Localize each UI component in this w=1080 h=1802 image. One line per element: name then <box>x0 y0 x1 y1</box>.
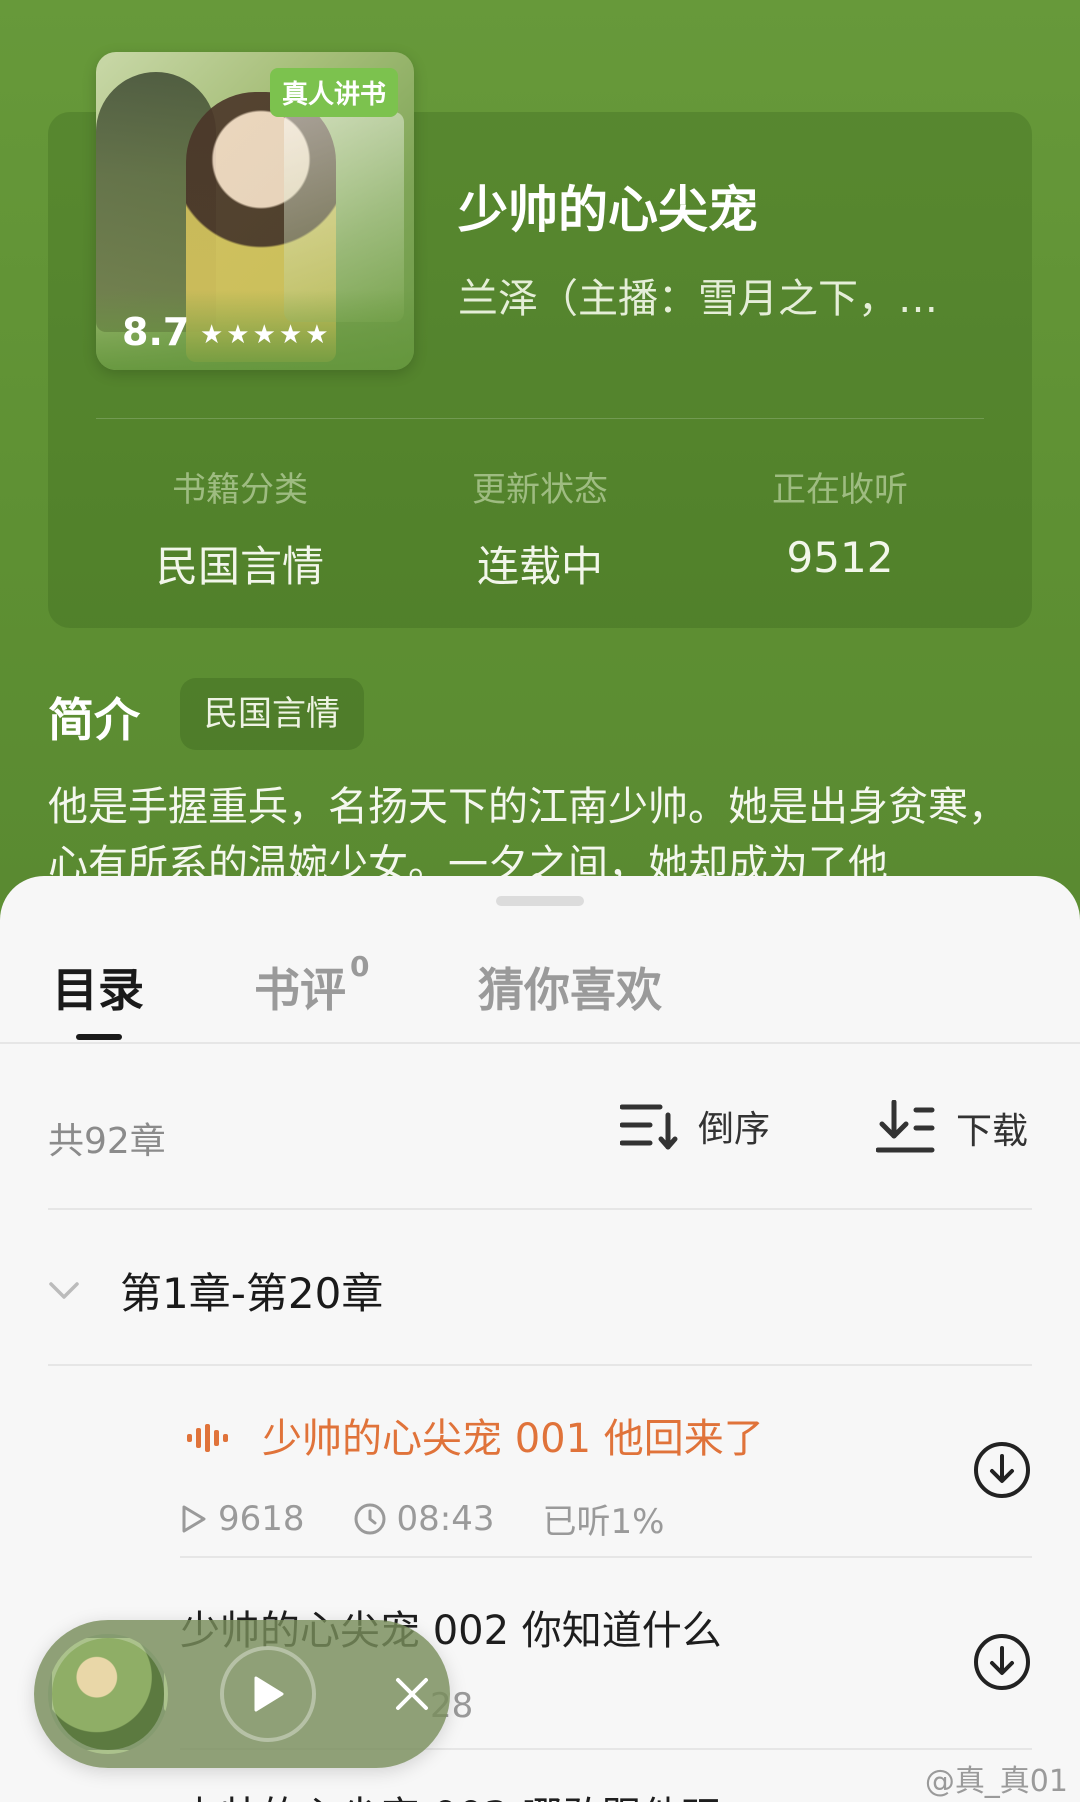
book-author[interactable]: 兰泽（主播：雪月之下，… <box>458 266 978 324</box>
stat-listening: 正在收听 9512 <box>710 462 970 582</box>
mini-player[interactable] <box>34 1620 450 1768</box>
sort-label: 倒序 <box>698 1109 771 1150</box>
book-score: 8.7 <box>122 310 190 354</box>
close-icon[interactable] <box>392 1674 432 1714</box>
intro-category-tag[interactable]: 民国言情 <box>180 678 364 750</box>
chevron-down-icon <box>49 1281 79 1299</box>
episode-meta: 9618 08:43 已听1% <box>180 1494 1040 1543</box>
tab-label: 猜你喜欢 <box>478 963 662 1017</box>
download-icon[interactable] <box>972 1440 1032 1500</box>
sort-button[interactable]: 倒序 <box>620 1100 770 1152</box>
star-rating-icon: ★★★★★ <box>200 320 332 350</box>
episode-title: 少帅的心尖宠 001 他回来了 <box>262 1416 764 1462</box>
episode-item[interactable]: 少帅的心尖宠 001 他回来了 9618 08:43 已听1% <box>180 1406 1040 1543</box>
book-title: 少帅的心尖宠 <box>458 181 758 239</box>
divider <box>180 1556 1032 1558</box>
intro-title: 简介 <box>48 693 140 747</box>
chapter-group-toggle[interactable]: 第1章-第20章 <box>48 1260 383 1321</box>
play-count: 9618 <box>180 1499 305 1539</box>
stat-update-status: 更新状态 连载中 <box>410 462 670 594</box>
download-all-button[interactable]: 下载 <box>876 1100 1028 1156</box>
duration-value: 08:43 <box>396 1498 495 1539</box>
download-list-icon <box>876 1100 935 1153</box>
book-cover[interactable]: 真人讲书 8.7 ★★★★★ <box>96 52 414 370</box>
stat-label: 书籍分类 <box>172 470 308 510</box>
tab-recommend[interactable]: 猜你喜欢 <box>478 954 662 1020</box>
stat-label: 更新状态 <box>472 470 608 510</box>
play-button[interactable] <box>220 1646 316 1742</box>
divider <box>48 1364 1032 1366</box>
tab-reviews[interactable]: 书评 0 <box>254 950 369 1020</box>
chapter-total: 共92章 <box>48 1121 166 1162</box>
stat-value: 9512 <box>786 533 894 582</box>
card-divider <box>96 418 984 419</box>
tab-catalog[interactable]: 目录 <box>52 954 144 1020</box>
stat-category: 书籍分类 民国言情 <box>110 462 370 594</box>
play-count-icon <box>182 1505 206 1532</box>
stat-value: 连载中 <box>476 542 603 591</box>
download-icon[interactable] <box>972 1632 1032 1692</box>
clock-icon <box>354 1503 386 1534</box>
mini-player-cover[interactable] <box>48 1634 168 1754</box>
episode-title: 少帅的心尖宠 003 哪敢跟他玩 <box>180 1784 1040 1802</box>
duration: 08:43 <box>353 1499 495 1539</box>
watermark: @真_真01 <box>924 1764 1068 1799</box>
divider <box>48 1208 1032 1210</box>
tab-label: 书评 <box>254 963 346 1017</box>
review-count: 0 <box>350 949 370 983</box>
stat-value: 民国言情 <box>155 542 324 591</box>
play-icon <box>254 1676 284 1712</box>
download-label: 下载 <box>956 1111 1029 1152</box>
listen-progress: 已听1% <box>542 1502 665 1542</box>
chapter-group-label: 第1章-第20章 <box>120 1269 384 1318</box>
cover-badge: 真人讲书 <box>269 68 398 117</box>
stat-label: 正在收听 <box>772 470 908 510</box>
tab-divider <box>0 1042 1080 1044</box>
sort-desc-icon <box>620 1104 678 1150</box>
episode-item[interactable]: 少帅的心尖宠 003 哪敢跟他玩 <box>180 1784 1040 1802</box>
play-count-value: 9618 <box>218 1498 305 1539</box>
tab-label: 目录 <box>52 963 144 1017</box>
sheet-drag-handle[interactable] <box>496 896 584 906</box>
active-tab-indicator <box>76 1034 122 1040</box>
